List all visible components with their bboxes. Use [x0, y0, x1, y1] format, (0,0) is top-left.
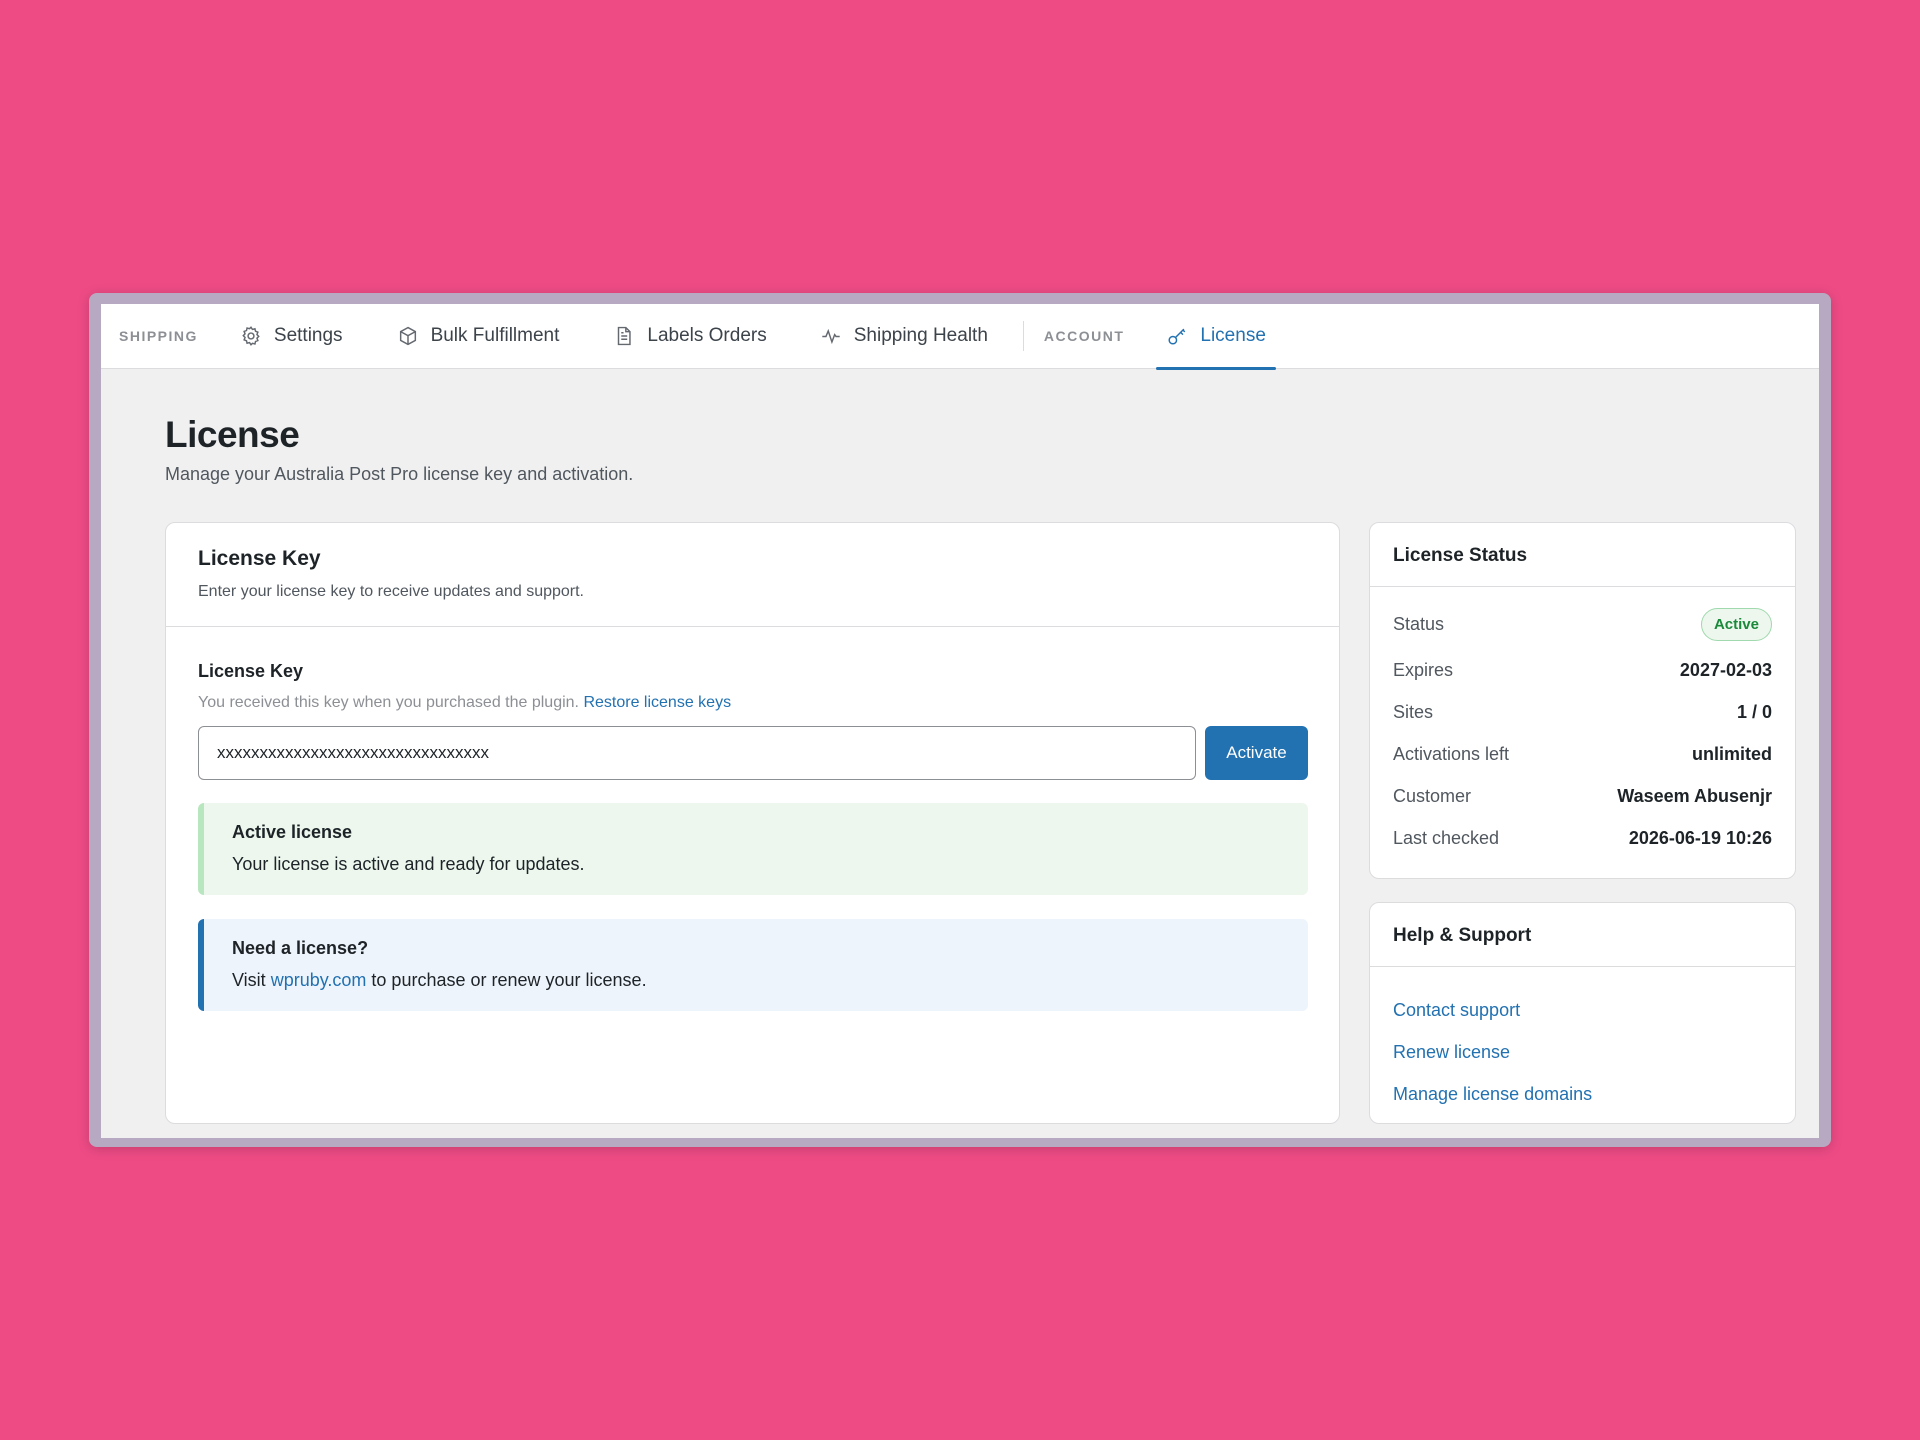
license-status-rows: Status Active Expires 2027-02-03 Sites 1… [1370, 587, 1795, 859]
last-checked-row: Last checked 2026-06-19 10:26 [1393, 817, 1772, 859]
contact-support-link[interactable]: Contact support [1393, 989, 1772, 1031]
renew-license-link[interactable]: Renew license [1393, 1031, 1772, 1073]
app-frame: SHIPPING Settings Bulk Fulfillment Label… [89, 293, 1831, 1147]
status-badge: Active [1700, 607, 1772, 641]
sites-label: Sites [1393, 701, 1434, 722]
tab-labels-orders-label: Labels Orders [647, 325, 767, 346]
restore-license-keys-link[interactable]: Restore license keys [583, 694, 731, 711]
activations-left-row: Activations left unlimited [1393, 733, 1772, 775]
license-card-description: Enter your license key to receive update… [198, 583, 584, 600]
license-card-header: License Key Enter your license key to re… [166, 523, 1339, 627]
page-title: License [165, 414, 300, 455]
tab-settings[interactable]: Settings [240, 304, 343, 369]
need-license-prefix: Visit [232, 970, 266, 990]
need-license-body: Visit wpruby.com to purchase or renew yo… [232, 970, 1280, 991]
need-license-title: Need a license? [232, 938, 369, 958]
nav-divider [1022, 321, 1024, 351]
tab-license[interactable]: License [1156, 304, 1276, 370]
status-row: Status Active [1393, 599, 1772, 649]
top-nav: SHIPPING Settings Bulk Fulfillment Label… [101, 304, 1819, 370]
license-status-title: License Status [1370, 523, 1795, 587]
manage-license-domains-link[interactable]: Manage license domains [1393, 1073, 1772, 1115]
expires-row: Expires 2027-02-03 [1393, 649, 1772, 691]
nav-group-shipping: SHIPPING [119, 328, 198, 344]
gear-icon [242, 326, 260, 346]
tab-license-label: License [1200, 325, 1266, 346]
sites-row: Sites 1 / 0 [1393, 691, 1772, 733]
tab-shipping-health[interactable]: Shipping Health [820, 304, 988, 369]
tab-bulk-fulfillment[interactable]: Bulk Fulfillment [397, 304, 560, 369]
activate-button[interactable]: Activate [1205, 726, 1308, 780]
page-subtitle: Manage your Australia Post Pro license k… [165, 464, 634, 484]
status-label: Status [1393, 613, 1445, 634]
tab-settings-label: Settings [273, 325, 343, 346]
last-checked-label: Last checked [1393, 827, 1500, 848]
sites-value: 1 / 0 [1736, 701, 1772, 722]
help-support-card: Help & Support Contact support Renew lic… [1369, 902, 1796, 1124]
license-status-card: License Status Status Active Expires 202… [1369, 522, 1796, 879]
last-checked-value: 2026-06-19 10:26 [1628, 827, 1772, 848]
help-links: Contact support Renew license Manage lic… [1370, 967, 1795, 1115]
active-license-body: Your license is active and ready for upd… [232, 854, 585, 874]
activations-left-value: unlimited [1692, 743, 1772, 764]
tab-bulk-fulfillment-label: Bulk Fulfillment [430, 325, 560, 346]
box-icon [399, 326, 416, 346]
license-key-label: License Key [198, 661, 304, 681]
need-license-suffix: to purchase or renew your license. [371, 970, 647, 990]
nav-group-account: ACCOUNT [1043, 328, 1125, 344]
pulse-icon [822, 328, 840, 345]
document-icon [618, 326, 632, 346]
active-license-title: Active license [232, 822, 353, 842]
license-card-title: License Key [198, 547, 321, 570]
active-license-notice: Active license Your license is active an… [198, 803, 1308, 895]
license-key-help: You received this key when you purchased… [198, 694, 731, 712]
activations-left-label: Activations left [1393, 743, 1510, 764]
wpruby-link[interactable]: wpruby.com [271, 970, 367, 990]
customer-value: Waseem Abusenjr [1617, 785, 1772, 806]
customer-row: Customer Waseem Abusenjr [1393, 775, 1772, 817]
help-support-title: Help & Support [1370, 903, 1795, 967]
license-key-input[interactable] [198, 726, 1196, 780]
expires-label: Expires [1393, 659, 1454, 680]
key-icon [1168, 328, 1186, 345]
tab-labels-orders[interactable]: Labels Orders [613, 304, 767, 369]
customer-label: Customer [1393, 785, 1472, 806]
license-key-card: License Key Enter your license key to re… [165, 522, 1340, 1124]
tab-shipping-health-label: Shipping Health [853, 325, 988, 346]
expires-value: 2027-02-03 [1679, 659, 1772, 680]
app-window: SHIPPING Settings Bulk Fulfillment Label… [101, 304, 1819, 1138]
need-license-notice: Need a license? Visit wpruby.com to purc… [198, 919, 1308, 1011]
license-key-help-text: You received this key when you purchased… [198, 694, 579, 711]
